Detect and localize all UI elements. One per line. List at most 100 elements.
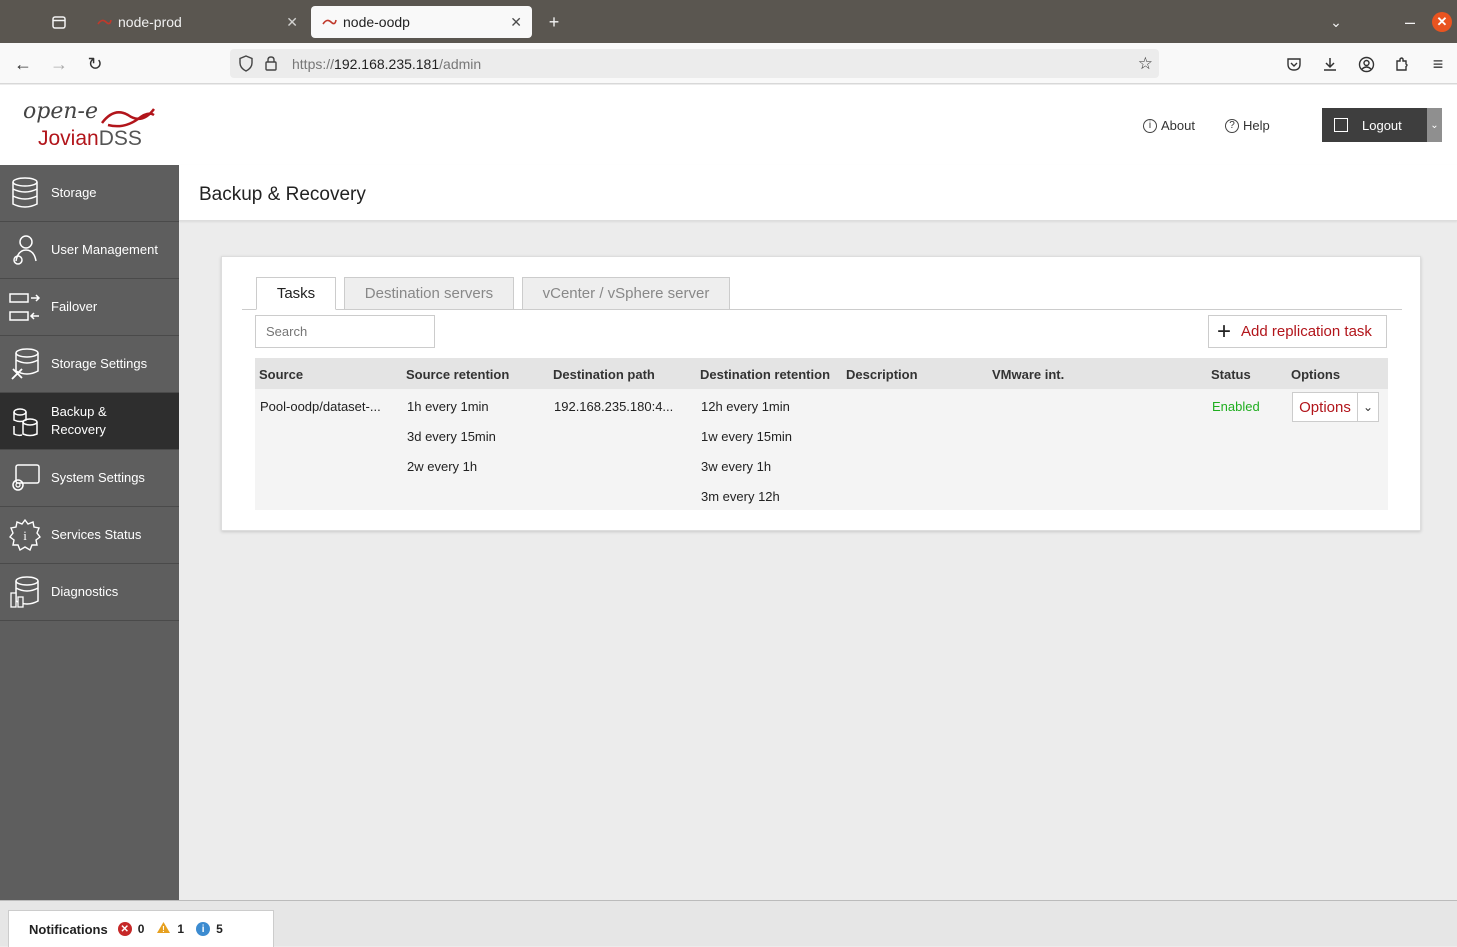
browser-tab-node-oodp[interactable]: node-oodp ✕ xyxy=(311,6,532,38)
info-icon: i xyxy=(196,922,211,936)
options-button[interactable]: Options xyxy=(1292,392,1358,422)
page-header: Backup & Recovery xyxy=(179,165,1457,221)
plus-icon: + xyxy=(1217,317,1232,345)
reload-icon[interactable]: ↻ xyxy=(82,51,108,77)
column-header-status[interactable]: Status xyxy=(1211,367,1251,382)
add-replication-task-button[interactable]: + Add replication task xyxy=(1208,315,1387,348)
notifications-bar: Notifications ✕ 0 ! 1 i 5 xyxy=(0,900,1457,947)
new-tab-icon[interactable]: + xyxy=(542,10,566,34)
close-tab-icon[interactable]: ✕ xyxy=(286,14,298,31)
sidebar-item-failover[interactable]: Failover xyxy=(0,279,179,336)
page-title: Backup & Recovery xyxy=(199,184,366,205)
downloads-icon[interactable] xyxy=(1317,51,1343,77)
info-count[interactable]: i 5 xyxy=(196,922,223,936)
help-link[interactable]: ? Help xyxy=(1225,118,1270,133)
column-header-options: Options xyxy=(1291,367,1341,382)
logout-dropdown-chevron-icon[interactable]: ⌄ xyxy=(1427,108,1442,142)
sidebar-item-diagnostics[interactable]: Diagnostics xyxy=(0,564,179,621)
sidebar-item-label: User Management xyxy=(51,242,158,257)
notifications-panel[interactable]: Notifications ✕ 0 ! 1 i 5 xyxy=(8,910,274,947)
column-header-destination-path[interactable]: Destination path xyxy=(553,367,655,382)
menu-hamburger-icon[interactable]: ≡ xyxy=(1425,51,1451,77)
browser-nav-bar: ← → ↻ https://192.168.235.181/admin ☆ ≡ xyxy=(0,43,1457,84)
warning-icon: ! xyxy=(156,921,171,937)
cell-destination-retention: 1w every 15min xyxy=(701,429,793,444)
error-icon: ✕ xyxy=(117,922,132,936)
sidebar-item-backup-recovery[interactable]: Backup & Recovery xyxy=(0,393,179,450)
tab-vcenter-vsphere-server[interactable]: vCenter / vSphere server xyxy=(522,277,730,310)
close-tab-icon[interactable]: ✕ xyxy=(510,14,522,31)
svg-text:i: i xyxy=(23,528,27,543)
account-icon[interactable] xyxy=(1353,51,1379,77)
user-management-icon xyxy=(7,232,43,268)
about-link[interactable]: i About xyxy=(1143,118,1195,133)
help-icon: ? xyxy=(1225,118,1239,133)
logout-icon xyxy=(1334,118,1348,132)
browser-tab-node-prod[interactable]: node-prod ✕ xyxy=(86,6,308,38)
extensions-icon[interactable] xyxy=(1389,51,1415,77)
sidebar-item-storage[interactable]: Storage xyxy=(0,165,179,222)
cell-source-retention: 2w every 1h xyxy=(407,459,478,474)
cell-source-retention: 1h every 1min xyxy=(407,399,489,414)
cell-destination-path: 192.168.235.180:4... xyxy=(554,399,674,414)
info-count-value: 5 xyxy=(216,922,223,936)
shield-icon[interactable] xyxy=(238,55,254,75)
tab-list-chevron-icon[interactable]: ⌄ xyxy=(1324,10,1348,34)
pocket-icon[interactable] xyxy=(1281,51,1307,77)
back-icon[interactable]: ← xyxy=(10,51,36,77)
bookmark-star-icon[interactable]: ☆ xyxy=(1138,54,1153,74)
column-header-destination-retention[interactable]: Destination retention xyxy=(700,367,830,382)
sidebar-item-system-settings[interactable]: System Settings xyxy=(0,450,179,507)
sidebar-item-storage-settings[interactable]: Storage Settings xyxy=(0,336,179,393)
tab-destination-servers[interactable]: Destination servers xyxy=(344,277,514,310)
sidebar: Storage User Management Failover Storage… xyxy=(0,165,179,900)
cell-source: Pool-oodp/dataset-... xyxy=(260,399,381,414)
info-icon: i xyxy=(1143,118,1157,133)
logo[interactable]: open-e xyxy=(23,99,155,128)
tab-title: node-oodp xyxy=(343,14,410,30)
tab-tasks[interactable]: Tasks xyxy=(256,277,336,310)
panel-tabs: Tasks Destination servers vCenter / vSph… xyxy=(242,277,1402,310)
sidebar-item-label: Storage Settings xyxy=(51,356,148,371)
warning-count-value: 1 xyxy=(177,922,185,936)
warning-count[interactable]: ! 1 xyxy=(156,921,184,937)
logout-button[interactable]: Logout xyxy=(1322,108,1427,142)
help-label: Help xyxy=(1243,118,1270,133)
options-chevron-down-icon[interactable]: ⌄ xyxy=(1357,392,1379,422)
lock-icon[interactable] xyxy=(264,55,278,75)
error-count[interactable]: ✕ 0 xyxy=(117,922,145,936)
backup-recovery-icon xyxy=(7,403,43,439)
sidebar-item-user-management[interactable]: User Management xyxy=(0,222,179,279)
column-header-vmware-int[interactable]: VMware int. xyxy=(992,367,1064,382)
tasks-panel: Tasks Destination servers vCenter / vSph… xyxy=(221,256,1421,531)
address-bar[interactable]: https://192.168.235.181/admin ☆ xyxy=(230,49,1159,78)
diagnostics-icon xyxy=(7,574,43,610)
svg-text:!: ! xyxy=(163,925,166,934)
logo-open-e-text: open-e xyxy=(23,99,98,124)
minimize-icon[interactable]: – xyxy=(1398,10,1422,34)
column-header-description[interactable]: Description xyxy=(846,367,918,382)
sidebar-item-label: Services Status xyxy=(51,527,142,542)
window-close-icon[interactable]: ✕ xyxy=(1432,12,1452,32)
sidebar-item-services-status[interactable]: i Services Status xyxy=(0,507,179,564)
app-header: open-e JovianDSS i About ? Help Logout ⌄ xyxy=(0,85,1457,165)
column-header-source[interactable]: Source xyxy=(259,367,303,382)
browser-tab-bar: node-prod ✕ node-oodp ✕ + ⌄ – ✕ xyxy=(0,0,1457,43)
status-badge: Enabled xyxy=(1212,399,1260,414)
search-input[interactable] xyxy=(255,315,435,348)
add-replication-task-label: Add replication task xyxy=(1241,323,1372,340)
notifications-label: Notifications xyxy=(29,921,108,937)
cell-destination-retention: 12h every 1min xyxy=(701,399,790,414)
failover-icon xyxy=(7,289,43,325)
forward-icon[interactable]: → xyxy=(46,51,72,77)
services-status-icon: i xyxy=(7,517,43,553)
storage-icon xyxy=(7,175,43,211)
error-count-value: 0 xyxy=(137,922,145,936)
tab-overview-icon[interactable] xyxy=(47,10,71,34)
table-row[interactable]: Pool-oodp/dataset-... 1h every 1min 3d e… xyxy=(255,389,1388,510)
open-e-favicon-icon xyxy=(321,16,337,28)
sidebar-item-label: System Settings xyxy=(51,470,145,485)
column-header-source-retention[interactable]: Source retention xyxy=(406,367,509,382)
cell-destination-retention: 3w every 1h xyxy=(701,459,772,474)
tab-title: node-prod xyxy=(118,14,182,30)
